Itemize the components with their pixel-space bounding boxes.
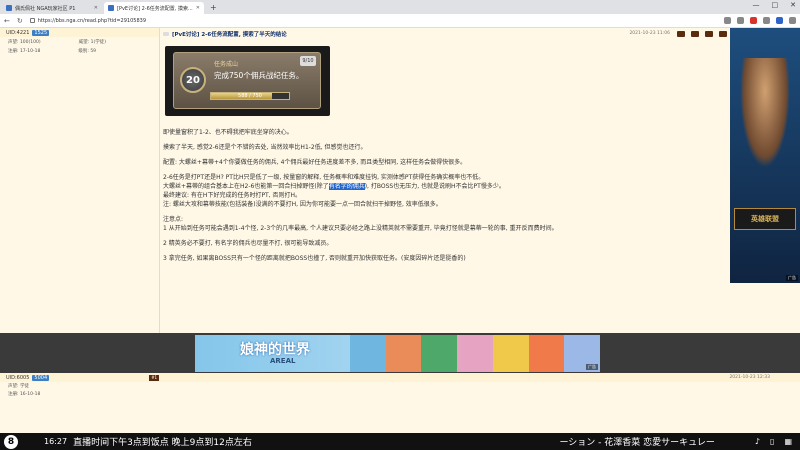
post-action-icon[interactable] <box>677 30 685 37</box>
now-playing-song: ーション - 花澤香菜 恋愛サーキュレー <box>559 438 715 448</box>
nga-favicon-icon <box>6 5 12 11</box>
quest-progress-text: 588 / 750 <box>238 93 262 99</box>
quest-level-medal: 20 <box>180 67 206 93</box>
post-tag-icon <box>163 31 169 36</box>
user-info-panel: UID:4221 1525 声望: 100(100) 威望: 1(学徒) 注册:… <box>0 28 160 368</box>
quest-count: 9/10 <box>300 56 316 66</box>
quest-name: 任务成山 <box>214 61 239 68</box>
post-line: 摸索了半天, 感觉2-6还是个不错的去处, 当然效率比H1-2低, 但感觉也还行… <box>163 144 367 151</box>
settings-menu-icon[interactable] <box>789 17 796 24</box>
reload-icon[interactable]: ↻ <box>17 17 23 25</box>
post-line: 1 从开始到任务可能会遇到1-4个怪, 2-3个的几率最高, 个人建议只要必经之… <box>163 225 558 232</box>
post-line: 注意点: <box>163 216 184 223</box>
floor-number: #1 <box>149 374 160 381</box>
reply-user-row: UID:6005 5004 #1 2021-10-23 12:33 <box>0 373 800 382</box>
banner-game-title: 娘神的世界 <box>240 342 310 358</box>
post-line: 最终建议: 有在H下好完成的任务时打PT, 否则打H。 <box>163 192 302 199</box>
battery-icon: ▯ <box>770 437 775 446</box>
post-action-icon[interactable] <box>705 30 713 37</box>
user-meta-line: 声望: 100(100) 威望: 1(学徒) <box>0 37 159 46</box>
post-line: 2-6任务是打PT还是H? PT比H只是低了一级, 按量窗的解释, 任务概率和难… <box>163 174 485 181</box>
extension-icon[interactable] <box>750 17 757 24</box>
uid-label[interactable]: UID:6005 <box>6 375 29 381</box>
profile-icon[interactable] <box>776 17 783 24</box>
reply-date: 2021-10-23 12:33 <box>729 375 770 380</box>
post-action-icon[interactable] <box>691 30 699 37</box>
ad-tag: 广告 <box>786 275 798 281</box>
uid-number-badge: 5004 <box>32 374 50 381</box>
extension-icon[interactable] <box>763 17 770 24</box>
post-header: [PvE讨论] 2-6任务流配置, 摸索了半天的结论 2021-10-23 11… <box>160 28 730 39</box>
close-window-button[interactable]: ✕ <box>790 1 796 9</box>
extension-icon[interactable] <box>724 17 731 24</box>
post-body: 即使量窗积了1-2、也不碍我把牢底坐穿的决心。 摸索了半天, 感觉2-6还是个不… <box>163 128 728 263</box>
register-date-text: 注册: 17-10-18 <box>8 48 41 54</box>
uid-number-badge: 1525 <box>32 29 50 36</box>
post-action-icon[interactable] <box>719 30 727 37</box>
url-text: https://bbs.nga.cn/read.php?tid=29105839 <box>37 17 146 24</box>
user-meta-line: 声望: 学徒 <box>8 384 29 389</box>
side-advertisement[interactable]: 英雄联盟 广告 <box>730 28 800 283</box>
new-tab-button[interactable]: + <box>206 2 221 14</box>
minimize-button[interactable]: — <box>753 1 760 9</box>
user-uid-row: UID:4221 1525 <box>0 28 159 37</box>
extension-icon[interactable] <box>737 17 744 24</box>
post-line-part: 大螺丝+幕蒂的组合基本上在H2-6也能第一回合扫掉野怪(除了 <box>163 183 329 190</box>
selected-text: 有名字的佣兵 <box>328 183 365 190</box>
tab-nga-forum[interactable]: 偶氏佩社 NGA玩家社区 P1 ✕ <box>2 2 102 14</box>
reply-post: UID:6005 5004 #1 2021-10-23 12:33 声望: 学徒… <box>0 373 800 406</box>
ad-hero-art <box>740 58 790 168</box>
level-text: 级别: 59 <box>78 48 97 54</box>
grid-icon: ▦ <box>784 437 792 446</box>
post-date: 2021-10-23 11:06 <box>629 31 670 36</box>
extension-area <box>724 17 796 24</box>
maximize-button[interactable]: □ <box>772 1 779 9</box>
url-field[interactable]: https://bbs.nga.cn/read.php?tid=29105839 <box>29 16 550 26</box>
post-line: 3 拿完任务, 如果离BOSS只有一个怪的距离就把BOSS也撞了, 否则就重开加… <box>163 255 466 262</box>
post-line: 注: 螺丝大攻和幕蒂技能(包括装备)没满的不要打H, 因为你可能要一点一回合就扫… <box>163 201 442 208</box>
banner-game-subtitle: AREAL <box>270 357 296 365</box>
post-line-highlighted: 大螺丝+幕蒂的组合基本上在H2-6也能第一回合扫掉野怪(除了有名字的佣兵), 打… <box>163 182 728 191</box>
quest-description: 完成750个佣兵战纪任务。 <box>214 71 304 80</box>
window-controls: — □ ✕ <box>753 1 797 9</box>
quest-panel: 20 任务成山 完成750个佣兵战纪任务。 9/10 588 / 750 <box>173 52 321 109</box>
tab-pve-post[interactable]: [PvE讨论] 2-6任务流配置, 摸索... ✕ <box>104 2 204 14</box>
uid-label[interactable]: UID:4221 <box>6 30 29 36</box>
user-meta-line: 注册: 17-10-18 级别: 59 <box>0 46 159 55</box>
ad-tag: 广告 <box>586 364 598 370</box>
music-icon: ♪ <box>754 437 761 446</box>
stream-schedule-message: 直播时间下午3点到饭点 晚上9点到12点左右 <box>73 438 252 448</box>
post-line: 2 精英务必不要打, 有名字的佣兵也尽量不打, 很可能导致减员。 <box>163 240 333 247</box>
banner-character-strip <box>350 335 600 372</box>
ad-logo: 英雄联盟 <box>734 208 796 230</box>
stream-overlay-bar: 8 16:27 直播时间下午3点到饭点 晚上9点到12点左右 ーション - 花澤… <box>0 433 800 450</box>
quest-progress-bar: 588 / 750 <box>210 92 290 100</box>
stream-clock: 16:27 <box>44 437 68 446</box>
user-meta-line: 注册: 16-10-18 <box>8 392 41 397</box>
close-tab-icon[interactable]: ✕ <box>94 5 98 11</box>
prestige-text: 威望: 1(学徒) <box>78 39 106 45</box>
stream-badge-icon: 8 <box>4 434 18 449</box>
close-tab-icon[interactable]: ✕ <box>196 5 200 11</box>
banner-advertisement[interactable]: 娘神的世界 AREAL 广告 <box>195 335 600 372</box>
quest-screenshot-image[interactable]: 20 任务成山 完成750个佣兵战纪任务。 9/10 588 / 750 <box>165 46 330 116</box>
post-line: 即使量窗积了1-2、也不碍我把牢底坐穿的决心。 <box>163 129 293 136</box>
lock-icon <box>29 18 35 23</box>
address-bar: ← ↻ https://bbs.nga.cn/read.php?tid=2910… <box>0 14 800 28</box>
nga-favicon-icon <box>108 5 114 11</box>
back-icon[interactable]: ← <box>4 17 10 25</box>
overlay-icons: ♪ ▯ ▦ <box>755 437 792 446</box>
post-title[interactable]: [PvE讨论] 2-6任务流配置, 摸索了半天的结论 <box>172 30 287 38</box>
reputation-text: 声望: 100(100) <box>8 39 41 45</box>
tab-bar: 偶氏佩社 NGA玩家社区 P1 ✕ [PvE讨论] 2-6任务流配置, 摸索..… <box>0 0 800 14</box>
tab-label: 偶氏佩社 NGA玩家社区 P1 <box>15 5 76 12</box>
post-line-part: ), 打BOSS也无压力, 也就是说刷H不会比PT慢多少。 <box>364 183 505 190</box>
main-post: [PvE讨论] 2-6任务流配置, 摸索了半天的结论 2021-10-23 11… <box>160 28 730 368</box>
post-line: 配置: 大螺丝+幕蒂+4个你要做任务的佣兵, 4个佣兵最好任务进度差不多, 而且… <box>163 159 467 166</box>
tab-label: [PvE讨论] 2-6任务流配置, 摸索... <box>117 5 193 12</box>
